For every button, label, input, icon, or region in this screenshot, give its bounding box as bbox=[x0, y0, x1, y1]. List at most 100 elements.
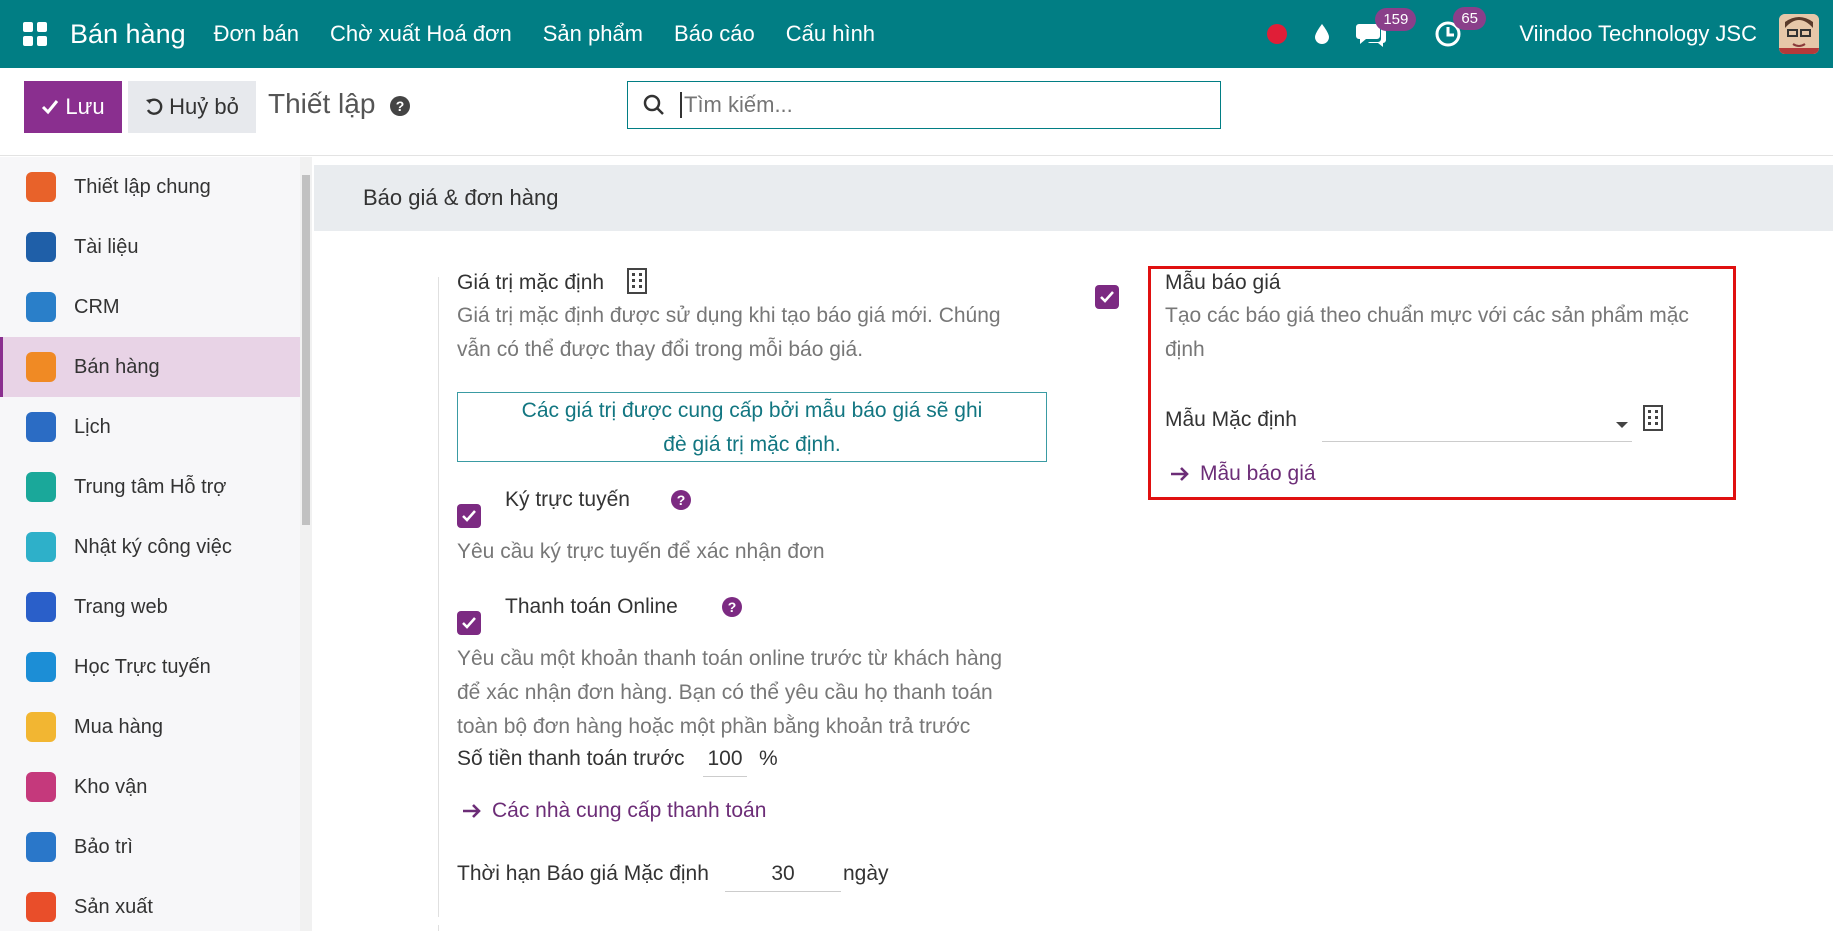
quotation-validity-label: Thời hạn Báo giá Mặc định bbox=[457, 862, 709, 885]
sidebar-item-inventory-box[interactable]: Kho vận bbox=[0, 757, 300, 817]
settings-main: Báo giá & đơn hàng Giá trị mặc định Giá … bbox=[314, 157, 1833, 931]
payment-providers-link[interactable]: Các nhà cung cấp thanh toán bbox=[462, 799, 766, 823]
sidebar-item-label: Tài liệu bbox=[74, 235, 139, 258]
save-button[interactable]: Lưu bbox=[24, 81, 122, 133]
settings-search bbox=[627, 81, 1221, 129]
chevron-down-icon bbox=[1616, 422, 1628, 428]
sidebar-item-website[interactable]: Trang web bbox=[0, 577, 300, 637]
online-payment-help-icon[interactable]: ? bbox=[722, 597, 742, 617]
online-signature-title: Ký trực tuyến bbox=[505, 488, 630, 511]
activity-clock-icon[interactable]: 65 bbox=[1433, 7, 1486, 49]
sidebar-item-label: Nhật ký công việc bbox=[74, 535, 232, 558]
online-signature-help-icon[interactable]: ? bbox=[671, 490, 691, 510]
sales-chart-icon bbox=[26, 352, 56, 382]
left-column-divider bbox=[438, 277, 439, 917]
default-template-select[interactable] bbox=[1322, 408, 1632, 442]
sidebar-item-purchase-card[interactable]: Mua hàng bbox=[0, 697, 300, 757]
search-icon bbox=[643, 94, 664, 115]
sidebar-scrollbar[interactable] bbox=[300, 157, 312, 931]
sidebar-item-label: Bảo trì bbox=[74, 835, 133, 858]
default-template-label: Mẫu Mặc định bbox=[1165, 408, 1297, 431]
sidebar-item-label: Trang web bbox=[74, 595, 168, 618]
discard-label: Huỷ bỏ bbox=[169, 94, 239, 119]
elearning-icon bbox=[26, 652, 56, 682]
menu-to-invoice[interactable]: Chờ xuất Hoá đơn bbox=[330, 21, 512, 47]
sidebar-item-calendar[interactable]: Lịch bbox=[0, 397, 300, 457]
arrow-right-icon bbox=[463, 804, 481, 818]
folder-icon bbox=[26, 232, 56, 262]
settings-icon bbox=[26, 172, 56, 202]
sidebar-item-label: Kho vận bbox=[74, 775, 148, 798]
company-building-icon bbox=[627, 268, 647, 294]
settings-app-sidebar: Thiết lập chung Tài liệu CRM Bán hàng Lịch Tr… bbox=[0, 157, 300, 931]
timesheet-icon bbox=[26, 532, 56, 562]
manufacturing-icon bbox=[26, 892, 56, 922]
recording-status-icon[interactable] bbox=[1267, 24, 1288, 44]
default-values-title: Giá trị mặc định bbox=[457, 271, 605, 294]
control-panel: Lưu Huỷ bỏ Thiết lập ? bbox=[0, 68, 1833, 156]
online-signature-checkbox[interactable] bbox=[457, 504, 481, 528]
crm-icon bbox=[26, 292, 56, 322]
quotation-templates-description: Tạo các báo giá theo chuẩn mực với các s… bbox=[1165, 304, 1689, 361]
sidebar-item-label: Trung tâm Hỗ trợ bbox=[74, 475, 227, 498]
company-building-icon bbox=[1643, 405, 1663, 431]
check-icon bbox=[42, 100, 59, 115]
user-avatar[interactable] bbox=[1779, 14, 1819, 54]
prepayment-amount-input[interactable]: 100 bbox=[703, 747, 747, 777]
sidebar-item-folder[interactable]: Tài liệu bbox=[0, 217, 300, 277]
sidebar-item-label: Lịch bbox=[74, 415, 111, 438]
menu-orders[interactable]: Đơn bán bbox=[214, 21, 299, 47]
sidebar-item-label: Thiết lập chung bbox=[74, 175, 211, 198]
app-brand[interactable]: Bán hàng bbox=[70, 19, 186, 50]
sidebar-item-manufacturing[interactable]: Sản xuất bbox=[0, 877, 300, 931]
menu-configuration[interactable]: Cấu hình bbox=[786, 21, 875, 47]
arrow-right-icon bbox=[1171, 467, 1189, 481]
page-title: Thiết lập bbox=[268, 88, 376, 119]
sidebar-item-label: Sản xuất bbox=[74, 895, 153, 918]
discard-button[interactable]: Huỷ bỏ bbox=[128, 81, 256, 133]
sidebar-item-timesheet[interactable]: Nhật ký công việc bbox=[0, 517, 300, 577]
sidebar-item-wrench[interactable]: Bảo trì bbox=[0, 817, 300, 877]
save-label: Lưu bbox=[65, 94, 105, 119]
next-section-divider bbox=[438, 925, 439, 931]
section-title: Báo giá & đơn hàng bbox=[314, 165, 1833, 231]
menu-products[interactable]: Sản phẩm bbox=[543, 21, 643, 47]
prepayment-unit: % bbox=[759, 747, 778, 770]
sidebar-item-elearning[interactable]: Học Trực tuyến bbox=[0, 637, 300, 697]
prepayment-label: Số tiền thanh toán trước bbox=[457, 747, 685, 770]
messages-count-badge: 159 bbox=[1375, 8, 1417, 31]
messages-icon[interactable]: 159 bbox=[1355, 8, 1417, 48]
sidebar-item-helpdesk[interactable]: Trung tâm Hỗ trợ bbox=[0, 457, 300, 517]
quotation-templates-link[interactable]: Mẫu báo giá bbox=[1170, 462, 1316, 486]
water-drop-icon[interactable] bbox=[1313, 23, 1331, 45]
apps-menu-icon[interactable] bbox=[0, 0, 70, 68]
website-icon bbox=[26, 592, 56, 622]
activity-count-badge: 65 bbox=[1453, 7, 1486, 30]
template-override-info: Các giá trị được cung cấp bởi mẫu báo gi… bbox=[457, 392, 1047, 462]
sidebar-item-settings[interactable]: Thiết lập chung bbox=[0, 157, 300, 217]
quotation-templates-title: Mẫu báo giá bbox=[1165, 271, 1281, 294]
online-payment-title: Thanh toán Online bbox=[505, 595, 678, 618]
sidebar-item-label: CRM bbox=[74, 295, 120, 318]
sidebar-item-sales-chart[interactable]: Bán hàng bbox=[0, 337, 300, 397]
online-payment-checkbox[interactable] bbox=[457, 611, 481, 635]
menu-reporting[interactable]: Báo cáo bbox=[674, 21, 755, 47]
sidebar-item-crm[interactable]: CRM bbox=[0, 277, 300, 337]
online-payment-description: Yêu cầu một khoản thanh toán online trướ… bbox=[457, 647, 1003, 738]
search-input[interactable] bbox=[680, 92, 1200, 118]
sidebar-item-label: Học Trực tuyến bbox=[74, 655, 211, 678]
company-switcher[interactable]: Viindoo Technology JSC bbox=[1519, 21, 1757, 47]
sidebar-item-label: Mua hàng bbox=[74, 715, 163, 738]
quotation-validity-input[interactable]: 30 bbox=[725, 862, 841, 892]
online-signature-description: Yêu cầu ký trực tuyến để xác nhận đơn bbox=[457, 540, 825, 563]
top-navbar: Bán hàng Đơn bán Chờ xuất Hoá đơn Sản ph… bbox=[0, 0, 1833, 68]
quotation-templates-checkbox[interactable] bbox=[1095, 285, 1119, 309]
calendar-icon bbox=[26, 412, 56, 442]
sidebar-item-label: Bán hàng bbox=[74, 355, 160, 378]
undo-icon bbox=[146, 98, 163, 115]
inventory-box-icon bbox=[26, 772, 56, 802]
purchase-card-icon bbox=[26, 712, 56, 742]
question-help-icon[interactable]: ? bbox=[390, 96, 410, 116]
wrench-icon bbox=[26, 832, 56, 862]
helpdesk-icon bbox=[26, 472, 56, 502]
